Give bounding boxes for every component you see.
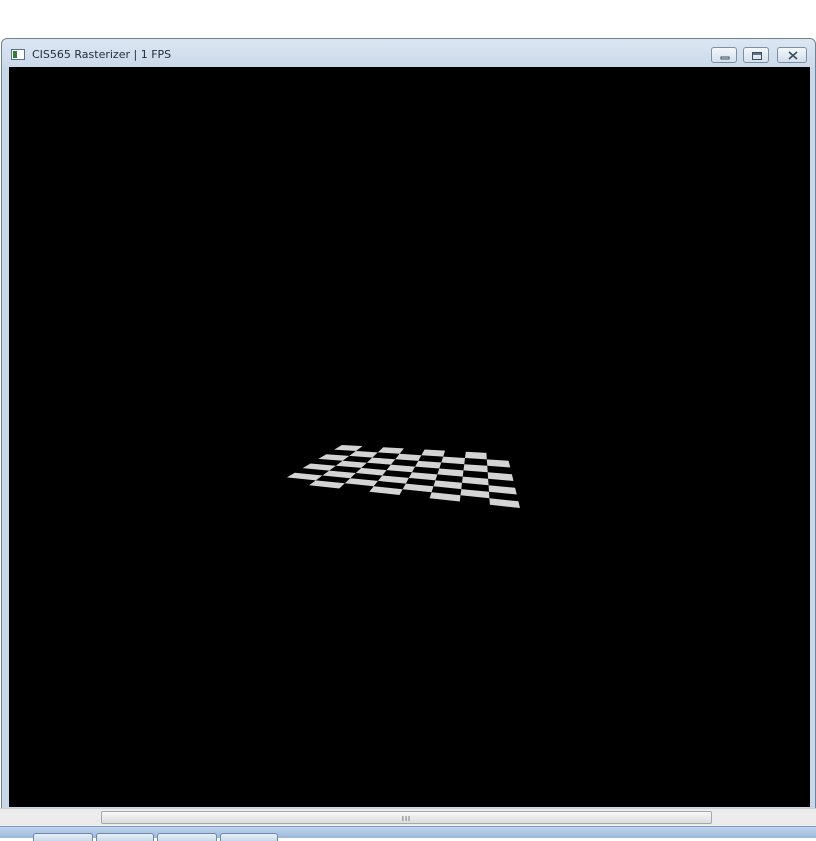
checker-tile	[415, 460, 442, 469]
checker-tile	[309, 480, 345, 489]
taskbar-button[interactable]	[157, 833, 217, 841]
checker-tile	[344, 478, 378, 487]
taskbar-button[interactable]	[96, 833, 154, 841]
taskbar	[0, 826, 816, 841]
maximize-icon	[752, 52, 762, 60]
checker-tile	[286, 472, 323, 481]
minimize-icon	[720, 56, 730, 60]
checker-tile	[322, 470, 356, 479]
taskbar-button[interactable]	[33, 833, 93, 841]
checker-tile	[489, 498, 520, 508]
scrollbar-grip: III	[401, 815, 412, 823]
checker-tile	[318, 454, 350, 461]
checker-tile	[465, 451, 487, 460]
checker-tile	[386, 464, 416, 473]
checker-tile	[349, 451, 378, 458]
checker-tile	[462, 476, 489, 486]
checker-tile	[369, 486, 403, 495]
close-button[interactable]	[777, 47, 807, 63]
checker-tile	[486, 459, 511, 468]
checker-tile	[421, 449, 446, 457]
checker-tile	[402, 483, 434, 493]
checker-tile	[433, 480, 462, 490]
checker-tile	[378, 475, 409, 484]
title-bar[interactable]: CIS565 Rasterizer | 1 FPS	[2, 39, 815, 67]
checker-tile	[488, 485, 517, 495]
checker-tile	[395, 453, 422, 461]
checker-tile	[441, 456, 465, 465]
checker-tile	[334, 445, 363, 451]
checkerboard-plane	[286, 445, 520, 508]
close-icon	[788, 51, 798, 60]
scrollbar-thumb[interactable]: III	[101, 811, 712, 824]
maximize-button[interactable]	[743, 47, 769, 63]
checker-tile	[429, 492, 461, 502]
window-title: CIS565 Rasterizer | 1 FPS	[32, 48, 172, 61]
horizontal-scrollbar[interactable]: III	[0, 808, 816, 826]
checker-tile	[437, 468, 464, 477]
checker-tile	[463, 464, 488, 473]
rasterizer-window: CIS565 Rasterizer | 1 FPS	[1, 38, 816, 811]
checker-tile	[355, 467, 387, 476]
render-viewport[interactable]	[9, 67, 810, 807]
checker-tile	[377, 447, 404, 454]
checker-tile	[460, 489, 490, 499]
checker-tile	[408, 472, 438, 481]
checker-tile	[302, 463, 336, 471]
checker-tile	[487, 472, 514, 481]
app-window-icon[interactable]	[11, 49, 25, 60]
checker-tile	[335, 460, 367, 468]
taskbar-button[interactable]	[220, 833, 278, 841]
minimize-button[interactable]	[711, 47, 737, 63]
checker-tile	[366, 457, 396, 465]
